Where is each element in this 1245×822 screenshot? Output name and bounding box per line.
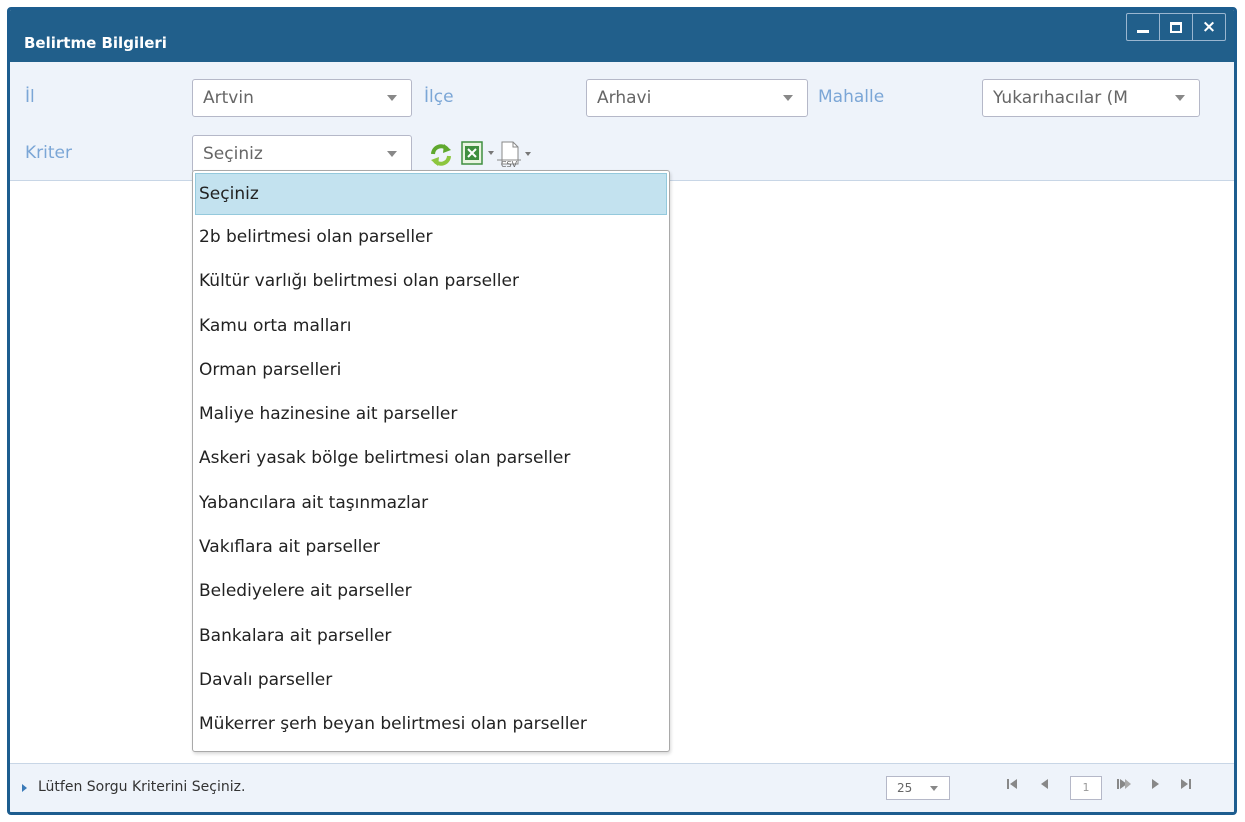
window-titlebar[interactable]: Belirtme Bilgileri × [10, 10, 1234, 62]
dropdown-item[interactable]: Mükerrer şerh beyan belirtmesi olan pars… [193, 702, 669, 746]
refresh-icon[interactable] [428, 142, 454, 168]
next-page-icon[interactable] [1150, 777, 1160, 791]
kriter-dropdown-list: Seçiniz 2b belirtmesi olan parseller Kül… [192, 170, 670, 752]
chevron-down-icon [488, 151, 494, 155]
minimize-icon [1137, 29, 1149, 33]
il-label: İl [25, 87, 35, 107]
kriter-label: Kriter [25, 143, 72, 163]
close-button[interactable]: × [1192, 14, 1225, 40]
chevron-down-icon [387, 95, 397, 101]
status-bar: Lütfen Sorgu Kriterini Seçiniz. 25 1 [10, 763, 1234, 812]
window-title: Belirtme Bilgileri [24, 34, 167, 52]
dropdown-item[interactable]: Orman parselleri [193, 348, 669, 392]
dropdown-item[interactable]: Davalı parseller [193, 658, 669, 702]
ilce-label: İlçe [424, 87, 454, 107]
dropdown-item[interactable]: 2b belirtmesi olan parseller [193, 215, 669, 259]
dropdown-item[interactable]: Askeri yasak bölge belirtmesi olan parse… [193, 436, 669, 480]
window-controls: × [1126, 13, 1226, 41]
csv-icon: CSV [497, 141, 521, 168]
filter-toolbar: İl Artvin İlçe Arhavi Mahalle Yukarıhacı… [10, 62, 1234, 181]
belirtme-window: Belirtme Bilgileri × İl Artvin İlçe Arha… [7, 7, 1237, 815]
excel-export-button[interactable] [460, 140, 494, 166]
page-size-select[interactable]: 25 [886, 776, 950, 800]
page-size-value: 25 [897, 781, 913, 795]
ilce-value: Arhavi [597, 88, 652, 108]
kriter-value: Seçiniz [203, 144, 263, 164]
chevron-down-icon [783, 95, 793, 101]
dropdown-item[interactable]: Kamu orta malları [193, 304, 669, 348]
ilce-combo[interactable]: Arhavi [586, 79, 808, 117]
last-page-icon[interactable] [1180, 777, 1192, 791]
status-message: Lütfen Sorgu Kriterini Seçiniz. [38, 779, 246, 795]
chevron-down-icon [1175, 95, 1185, 101]
chevron-down-icon [930, 785, 939, 791]
il-value: Artvin [203, 88, 254, 108]
dropdown-item[interactable]: Maliye hazinesine ait parseller [193, 392, 669, 436]
excel-icon [461, 141, 483, 165]
dropdown-item[interactable]: Kültür varlığı belirtmesi olan parseller [193, 259, 669, 303]
chevron-right-icon [22, 784, 27, 792]
chevron-down-icon [387, 151, 397, 157]
kriter-combo[interactable]: Seçiniz [192, 135, 412, 173]
mahalle-value: Yukarıhacılar (M [993, 88, 1128, 108]
mahalle-combo[interactable]: Yukarıhacılar (M [982, 79, 1200, 117]
il-combo[interactable]: Artvin [192, 79, 412, 117]
csv-export-button[interactable]: CSV [496, 140, 531, 168]
maximize-button[interactable] [1159, 14, 1192, 40]
dropdown-item[interactable]: Seçiniz [195, 173, 667, 215]
next-group-icon[interactable] [1116, 777, 1132, 791]
prev-page-icon[interactable] [1040, 777, 1050, 791]
chevron-down-icon [525, 152, 531, 156]
dropdown-item[interactable]: Belediyelere ait parseller [193, 569, 669, 613]
maximize-icon [1170, 21, 1182, 33]
dropdown-item[interactable]: Vakıflara ait parseller [193, 525, 669, 569]
dropdown-item[interactable]: Bankalara ait parseller [193, 614, 669, 658]
mahalle-label: Mahalle [818, 87, 885, 107]
page-number-input[interactable]: 1 [1070, 776, 1102, 800]
minimize-button[interactable] [1127, 14, 1159, 40]
first-page-icon[interactable] [1006, 777, 1018, 791]
dropdown-item[interactable]: Yabancılara ait taşınmazlar [193, 481, 669, 525]
close-icon: × [1201, 17, 1217, 37]
csv-text: CSV [501, 160, 518, 168]
